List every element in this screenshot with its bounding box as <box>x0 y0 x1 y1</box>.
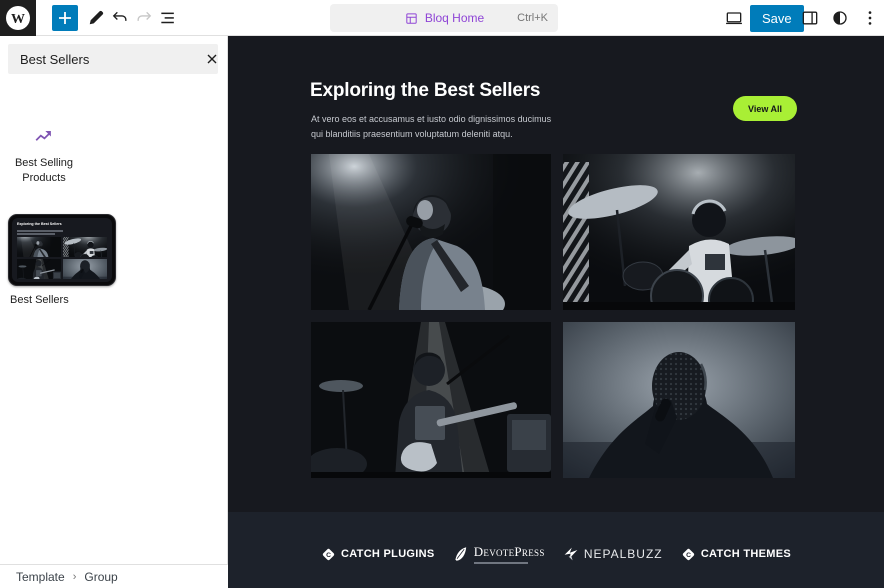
kebab-menu-icon <box>860 8 880 28</box>
list-view-icon <box>158 8 178 28</box>
pattern-card-best-sellers[interactable]: Exploring the Best Sellers Best Sellers <box>8 214 116 306</box>
redo-button[interactable] <box>132 6 156 30</box>
clear-search-button[interactable] <box>204 47 220 71</box>
styles-button[interactable] <box>828 6 852 30</box>
catch-diamond-icon: C <box>681 547 696 562</box>
block-result-best-selling-products[interactable]: Best Selling Products <box>8 112 80 200</box>
save-button[interactable]: Save <box>750 5 804 32</box>
view-all-button[interactable]: View All <box>733 96 797 121</box>
svg-text:W: W <box>11 12 25 27</box>
mini-paragraph-bars <box>17 230 107 235</box>
photo-singer-with-guitar[interactable] <box>311 154 551 310</box>
plus-icon <box>56 9 74 27</box>
wordpress-icon: W <box>3 3 33 33</box>
buzz-bird-icon <box>563 546 579 562</box>
catch-diamond-icon: C <box>321 547 336 562</box>
edit-tool-button[interactable] <box>84 6 108 30</box>
logo-devotepress[interactable]: DevotePress <box>453 544 545 564</box>
document-overview-button[interactable] <box>156 6 180 30</box>
undo-button[interactable] <box>108 6 132 30</box>
breadcrumb-group[interactable]: Group <box>84 570 117 584</box>
logo-label: CATCH PLUGINS <box>341 548 435 560</box>
description-line: At vero eos et accusamus et iusto odio d… <box>311 112 551 127</box>
logo-label: DevotePress <box>474 544 545 560</box>
logo-label: CATCH THEMES <box>701 548 791 560</box>
svg-text:C: C <box>686 552 691 559</box>
block-result-label: Best Selling Products <box>8 156 80 186</box>
command-shortcut: Ctrl+K <box>517 12 548 24</box>
settings-sidebar-button[interactable] <box>798 6 822 30</box>
sidebar-panel-icon <box>800 8 820 28</box>
document-title: Bloq Home <box>425 11 484 25</box>
contrast-icon <box>830 8 850 28</box>
trending-up-icon <box>33 126 55 148</box>
inserter-sidebar: Best Selling Products Exploring the Best… <box>0 36 228 564</box>
logo-label: NEPALBUZZ <box>584 547 663 561</box>
search-input[interactable] <box>8 52 204 67</box>
description-line: qui blanditiis praesentium voluptatum de… <box>311 127 551 142</box>
photo-guitarist-under-spotlight[interactable] <box>311 322 551 478</box>
laptop-icon <box>724 8 744 28</box>
wordpress-logo-button[interactable]: W <box>0 0 36 36</box>
wordpress-editor: W <box>0 0 884 588</box>
logo-nepalbuzz[interactable]: NEPALBUZZ <box>563 546 663 562</box>
preview-devices-button[interactable] <box>722 6 746 30</box>
pattern-preview-screen: Exploring the Best Sellers <box>12 218 112 282</box>
photo-drummer-on-stage[interactable] <box>563 154 795 310</box>
pattern-preview-frame: Exploring the Best Sellers <box>8 214 116 286</box>
options-menu-button[interactable] <box>858 6 882 30</box>
redo-icon <box>134 8 154 28</box>
undo-icon <box>110 8 130 28</box>
block-search-box <box>8 44 218 74</box>
mini-image-grid <box>17 237 107 279</box>
pencil-icon <box>86 8 106 28</box>
editor-canvas: Exploring the Best Sellers At vero eos e… <box>228 36 884 588</box>
chevron-right-icon: › <box>73 571 77 583</box>
feather-icon <box>453 546 469 562</box>
sponsor-logo-row: C CATCH PLUGINS DevotePress <box>321 544 791 564</box>
svg-text:C: C <box>326 552 331 559</box>
logo-catch-themes[interactable]: C CATCH THEMES <box>681 547 791 562</box>
breadcrumb-template[interactable]: Template <box>16 570 65 584</box>
pattern-label: Best Sellers <box>8 294 116 306</box>
section-heading[interactable]: Exploring the Best Sellers <box>310 80 540 102</box>
devotepress-tagline <box>474 562 528 564</box>
template-icon <box>404 11 419 26</box>
photo-masked-performer[interactable] <box>563 322 795 478</box>
mini-heading: Exploring the Best Sellers <box>17 222 62 226</box>
close-icon <box>204 51 220 67</box>
block-inserter-button[interactable] <box>52 5 78 31</box>
logo-catch-plugins[interactable]: C CATCH PLUGINS <box>321 547 435 562</box>
site-footer: C CATCH PLUGINS DevotePress <box>228 512 884 588</box>
document-bar[interactable]: Bloq Home Ctrl+K <box>330 4 558 32</box>
editor-header: W <box>0 0 884 36</box>
image-grid <box>311 154 795 478</box>
section-description[interactable]: At vero eos et accusamus et iusto odio d… <box>311 112 551 143</box>
block-breadcrumb-bar: Template › Group <box>0 564 228 588</box>
